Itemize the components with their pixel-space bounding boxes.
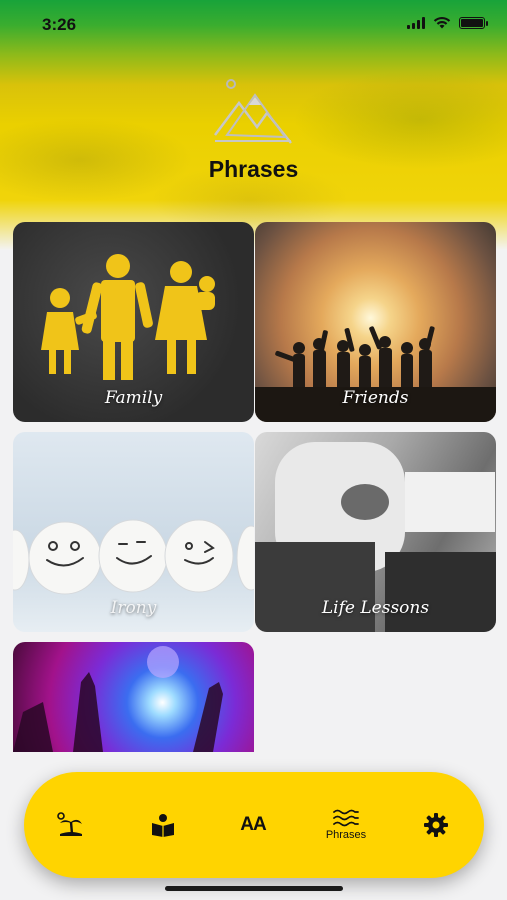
category-card-irony[interactable]: Irony — [13, 432, 254, 632]
page-title: Phrases — [208, 156, 299, 182]
category-label: Life Lessons — [321, 598, 430, 618]
category-card-life-lessons[interactable]: Life Lessons — [255, 432, 496, 632]
category-label: Friends — [342, 388, 409, 408]
category-card-family[interactable]: Family — [13, 222, 254, 422]
cellular-signal-icon — [407, 16, 425, 29]
status-icons — [407, 16, 488, 29]
island-icon — [57, 812, 82, 836]
gear-icon — [424, 813, 448, 837]
tab-reading[interactable] — [128, 772, 198, 878]
category-label: Family — [104, 388, 163, 408]
header-banner: 3:26 Phrases — [0, 0, 507, 250]
font-size-icon: AA — [240, 814, 266, 835]
category-label: Irony — [110, 598, 157, 618]
status-time: 3:26 — [42, 15, 77, 34]
category-card-friends[interactable]: Friends — [255, 222, 496, 422]
tab-settings[interactable] — [401, 772, 471, 878]
home-indicator[interactable] — [165, 886, 343, 891]
tab-island[interactable] — [36, 772, 106, 878]
tab-phrases[interactable]: Phrases — [311, 772, 381, 878]
wifi-icon — [433, 16, 451, 29]
category-card-party[interactable] — [13, 642, 254, 752]
status-bar: 3:26 — [0, 0, 507, 50]
party-image — [13, 646, 223, 752]
app-logo-icon — [214, 79, 292, 144]
waves-icon — [333, 809, 359, 827]
battery-icon — [459, 16, 488, 29]
tab-font-size[interactable]: AA — [218, 772, 288, 878]
tab-label: Phrases — [325, 829, 367, 841]
bottom-tab-bar: AA Phrases — [24, 772, 484, 878]
reading-icon — [152, 814, 174, 837]
